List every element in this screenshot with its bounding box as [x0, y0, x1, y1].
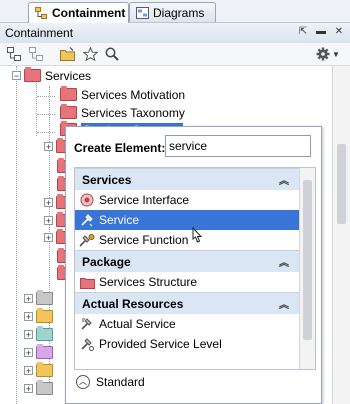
group-label: Actual Resources — [82, 296, 184, 311]
expand-toggle[interactable]: + — [24, 330, 33, 340]
expand-toggle[interactable]: + — [24, 294, 33, 304]
star-icon[interactable] — [82, 46, 98, 62]
float-icon[interactable]: ⇱ — [296, 25, 310, 39]
tree-row[interactable]: + — [24, 290, 57, 307]
tree-item-services[interactable]: − Services — [12, 67, 91, 84]
expand-toggle[interactable]: + — [24, 384, 33, 394]
list-item-provided-service-level[interactable]: Provided Service Level — [75, 334, 299, 354]
scrollbar-thumb[interactable] — [337, 144, 346, 224]
list-item-services-structure[interactable]: Services Structure — [75, 272, 299, 292]
package-icon — [36, 326, 53, 341]
actual-service-icon — [79, 316, 95, 332]
collapse-group-icon[interactable]: ︽ — [279, 172, 289, 187]
group-header-actual-resources[interactable]: Actual Resources ︽ — [75, 292, 299, 314]
standard-mode-toggle[interactable]: ︿ Standard — [76, 375, 145, 389]
gear-icon[interactable]: ▼ — [314, 46, 342, 62]
list-item-service[interactable]: Service — [75, 210, 299, 230]
group-header-services[interactable]: Services ︽ — [75, 168, 299, 190]
tab-label: Containment — [52, 6, 126, 20]
chevron-up-icon: ︿ — [76, 375, 90, 389]
view-tabs: Containment Diagrams — [0, 0, 350, 23]
list-item-service-interface[interactable]: Service Interface — [75, 190, 299, 210]
list-item-service-function[interactable]: Service Function — [75, 230, 299, 250]
expand-toggle[interactable]: + — [44, 142, 53, 152]
list-scrollbar[interactable] — [299, 168, 315, 369]
diagrams-icon — [136, 6, 149, 19]
expand-toggle[interactable]: + — [24, 366, 33, 376]
service-interface-icon — [79, 192, 95, 208]
collapse-toggle[interactable]: − — [12, 71, 21, 81]
containment-tree-icon — [35, 7, 48, 19]
item-label: Service Interface — [99, 193, 190, 207]
open-folder-icon[interactable] — [60, 46, 76, 62]
tree-row[interactable]: + — [24, 344, 57, 361]
package-icon — [36, 290, 53, 305]
provided-service-level-icon — [79, 336, 95, 352]
tree-row[interactable]: + — [24, 308, 57, 325]
group-header-package[interactable]: Package ︽ — [75, 250, 299, 272]
collapse-group-icon[interactable]: ︽ — [279, 296, 289, 311]
close-icon[interactable]: ✕ — [332, 25, 346, 39]
standard-mode-label: Standard — [96, 375, 145, 389]
expand-toggle[interactable]: + — [24, 348, 33, 358]
expand-toggle[interactable]: + — [44, 233, 53, 243]
package-icon — [24, 67, 41, 82]
tree-item[interactable]: Services Taxonomy — [60, 104, 185, 121]
chevron-down-icon: ▼ — [332, 49, 340, 59]
package-icon — [79, 274, 95, 290]
service-function-icon — [79, 232, 95, 248]
item-label: Service Function — [99, 233, 189, 247]
expand-toggle[interactable]: + — [24, 312, 33, 322]
list-item-actual-service[interactable]: Actual Service — [75, 314, 299, 334]
tab-containment[interactable]: Containment — [28, 2, 129, 23]
collapse-all-icon[interactable] — [6, 46, 22, 62]
tree-item[interactable]: Services Motivation — [60, 86, 185, 103]
package-icon — [36, 380, 53, 395]
tree-item-label: Services Taxonomy — [81, 105, 185, 120]
tree-row[interactable]: + — [24, 380, 57, 397]
scrollbar-thumb[interactable] — [303, 180, 312, 340]
tree-row[interactable]: + — [24, 326, 57, 343]
package-icon — [60, 104, 77, 119]
expand-all-icon[interactable] — [28, 46, 44, 62]
package-icon — [36, 362, 53, 377]
tab-label: Diagrams — [153, 5, 205, 20]
service-icon — [79, 212, 95, 228]
minimize-icon[interactable]: ▬ — [314, 25, 328, 39]
group-label: Services — [82, 172, 132, 187]
toolbar: ▼ — [0, 43, 350, 66]
tree-item-label: Services — [45, 68, 92, 83]
element-type-list: Services ︽ Service Interface Service Ser… — [74, 167, 316, 370]
tree-row[interactable]: + — [24, 362, 57, 379]
search-icon[interactable] — [104, 46, 120, 62]
expand-toggle[interactable]: + — [44, 216, 53, 226]
item-label: Services Structure — [99, 275, 198, 289]
item-label: Service — [99, 213, 140, 227]
item-label: Provided Service Level — [99, 337, 222, 351]
panel-title: Containment — [5, 26, 74, 40]
package-icon — [36, 308, 53, 323]
package-icon — [36, 344, 53, 359]
create-element-popup: Create Element: Services ︽ Service Inter… — [65, 126, 322, 404]
tree-scrollbar[interactable] — [332, 66, 350, 404]
package-icon — [60, 86, 77, 101]
tab-diagrams[interactable]: Diagrams — [129, 2, 216, 22]
tree-item-label: Services Motivation — [81, 87, 186, 102]
create-element-search-input[interactable] — [165, 135, 311, 157]
mouse-cursor-icon — [192, 227, 203, 243]
collapse-group-icon[interactable]: ︽ — [279, 254, 289, 269]
expand-toggle[interactable]: + — [44, 198, 53, 208]
panel-header: Containment ⇱ ▬ ✕ — [0, 23, 350, 44]
group-label: Package — [82, 254, 131, 269]
create-element-label: Create Element: — [74, 141, 166, 155]
item-label: Actual Service — [99, 317, 176, 331]
